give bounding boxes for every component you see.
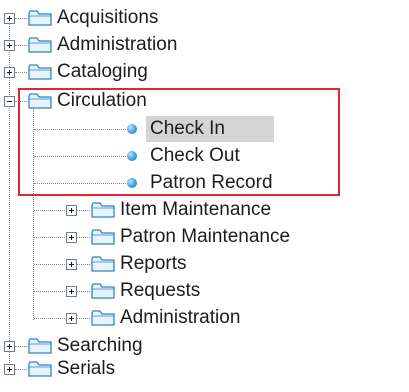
tree-item-label: Serials (57, 358, 116, 379)
expand-administration-toggle[interactable] (4, 40, 15, 51)
tree-item-label: Requests (120, 280, 201, 301)
folder-icon (91, 283, 115, 299)
collapse-circulation-toggle[interactable] (4, 96, 15, 107)
folder-icon (28, 37, 52, 53)
folder-icon (28, 10, 52, 26)
tree-item-reports[interactable]: Reports (120, 251, 187, 277)
expand-serials-toggle[interactable] (4, 364, 15, 375)
expand-acquisitions-toggle[interactable] (4, 13, 15, 24)
expand-patron-maintenance-toggle[interactable] (66, 232, 77, 243)
tree-item-label: Reports (120, 253, 187, 274)
folder-icon (28, 338, 52, 354)
tree-item-patron-maintenance[interactable]: Patron Maintenance (120, 224, 290, 250)
annotation-highlight-box (18, 88, 340, 196)
folder-icon (91, 256, 115, 272)
tree-item-label: Patron Maintenance (120, 226, 291, 247)
folder-icon (91, 202, 115, 218)
folder-icon (28, 64, 52, 80)
tree-item-cataloging[interactable]: Cataloging (57, 59, 148, 85)
navigation-tree: Acquisitions Administration Cataloging C… (0, 0, 409, 392)
expand-reports-toggle[interactable] (66, 259, 77, 270)
expand-requests-toggle[interactable] (66, 286, 77, 297)
tree-item-requests[interactable]: Requests (120, 278, 200, 304)
folder-icon (28, 361, 52, 377)
tree-item-item-maintenance[interactable]: Item Maintenance (120, 197, 271, 223)
tree-item-administration[interactable]: Administration (57, 32, 177, 58)
expand-circulation-administration-toggle[interactable] (66, 313, 77, 324)
tree-item-label: Administration (120, 307, 241, 328)
expand-item-maintenance-toggle[interactable] (66, 205, 77, 216)
tree-item-label: Acquisitions (57, 7, 159, 28)
tree-item-label: Cataloging (57, 61, 148, 82)
tree-item-circulation-administration[interactable]: Administration (120, 305, 240, 331)
folder-icon (91, 310, 115, 326)
tree-item-label: Administration (57, 34, 178, 55)
expand-searching-toggle[interactable] (4, 341, 15, 352)
tree-item-label: Item Maintenance (120, 199, 272, 220)
tree-item-acquisitions[interactable]: Acquisitions (57, 5, 158, 31)
tree-item-serials[interactable]: Serials (57, 356, 115, 382)
expand-cataloging-toggle[interactable] (4, 67, 15, 78)
folder-icon (91, 229, 115, 245)
